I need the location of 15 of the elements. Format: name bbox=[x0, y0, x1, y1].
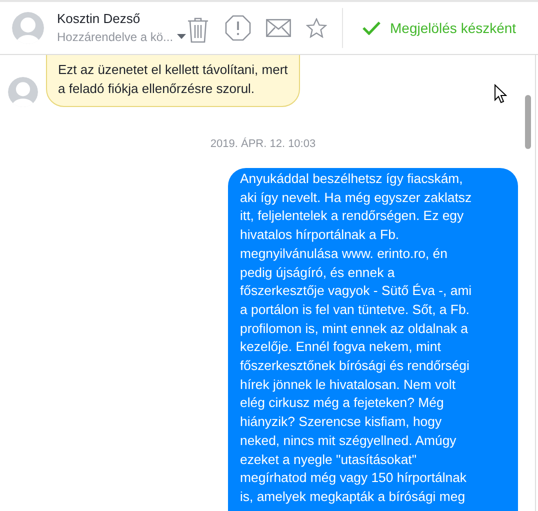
cursor-icon bbox=[494, 84, 507, 104]
avatar-icon bbox=[12, 12, 44, 44]
mark-done-button[interactable]: Megjelölés készként bbox=[362, 18, 516, 38]
contact-name: Kosztin Dezső bbox=[57, 11, 142, 27]
date-divider: 2019. ÁPR. 12. 10:03 bbox=[210, 137, 316, 151]
star-icon[interactable] bbox=[306, 18, 327, 38]
check-icon bbox=[362, 21, 381, 35]
scrollbar-thumb[interactable] bbox=[525, 95, 531, 149]
envelope-icon[interactable] bbox=[266, 19, 291, 37]
avatar-icon bbox=[8, 77, 38, 107]
assignment-text: Hozzárendelve a kö... bbox=[57, 29, 174, 45]
sent-message: Anyukáddal beszélhetsz így fiacskám, aki így nevelt. Ha még egyszer zaklatsz itt, feljelentelek a rendőrségen. Ez egy hivatalos hírportálnak a Fb. megnyilvánulása www. erinto.ro, én pedig újságíró, és ennek a főszerkesztője vagyok - Sütő Éva -, ami a portálon is fel van tüntetve. Sőt, a Fb. profilomon is, mint ennek az oldalnak a kezelője. Ennél fogva nekem, mint főszerkesztőnek bírósági és rendőrségi hírek jönnek le hivatalosan. Nem volt elég cirkusz még a fejeteken? Még hiányzik? Szerencse kisfiam, hogy neked, nincs mit szégyellned. Amúgy ezeket a nyegle "utasításokat" megírhatod még vagy 150 hírportálnak is, amelyek megkapták a bírósági meg bbox=[228, 168, 518, 511]
trash-icon[interactable] bbox=[187, 17, 209, 43]
alert-icon[interactable] bbox=[225, 15, 251, 41]
dropdown-caret-icon[interactable] bbox=[177, 34, 186, 38]
